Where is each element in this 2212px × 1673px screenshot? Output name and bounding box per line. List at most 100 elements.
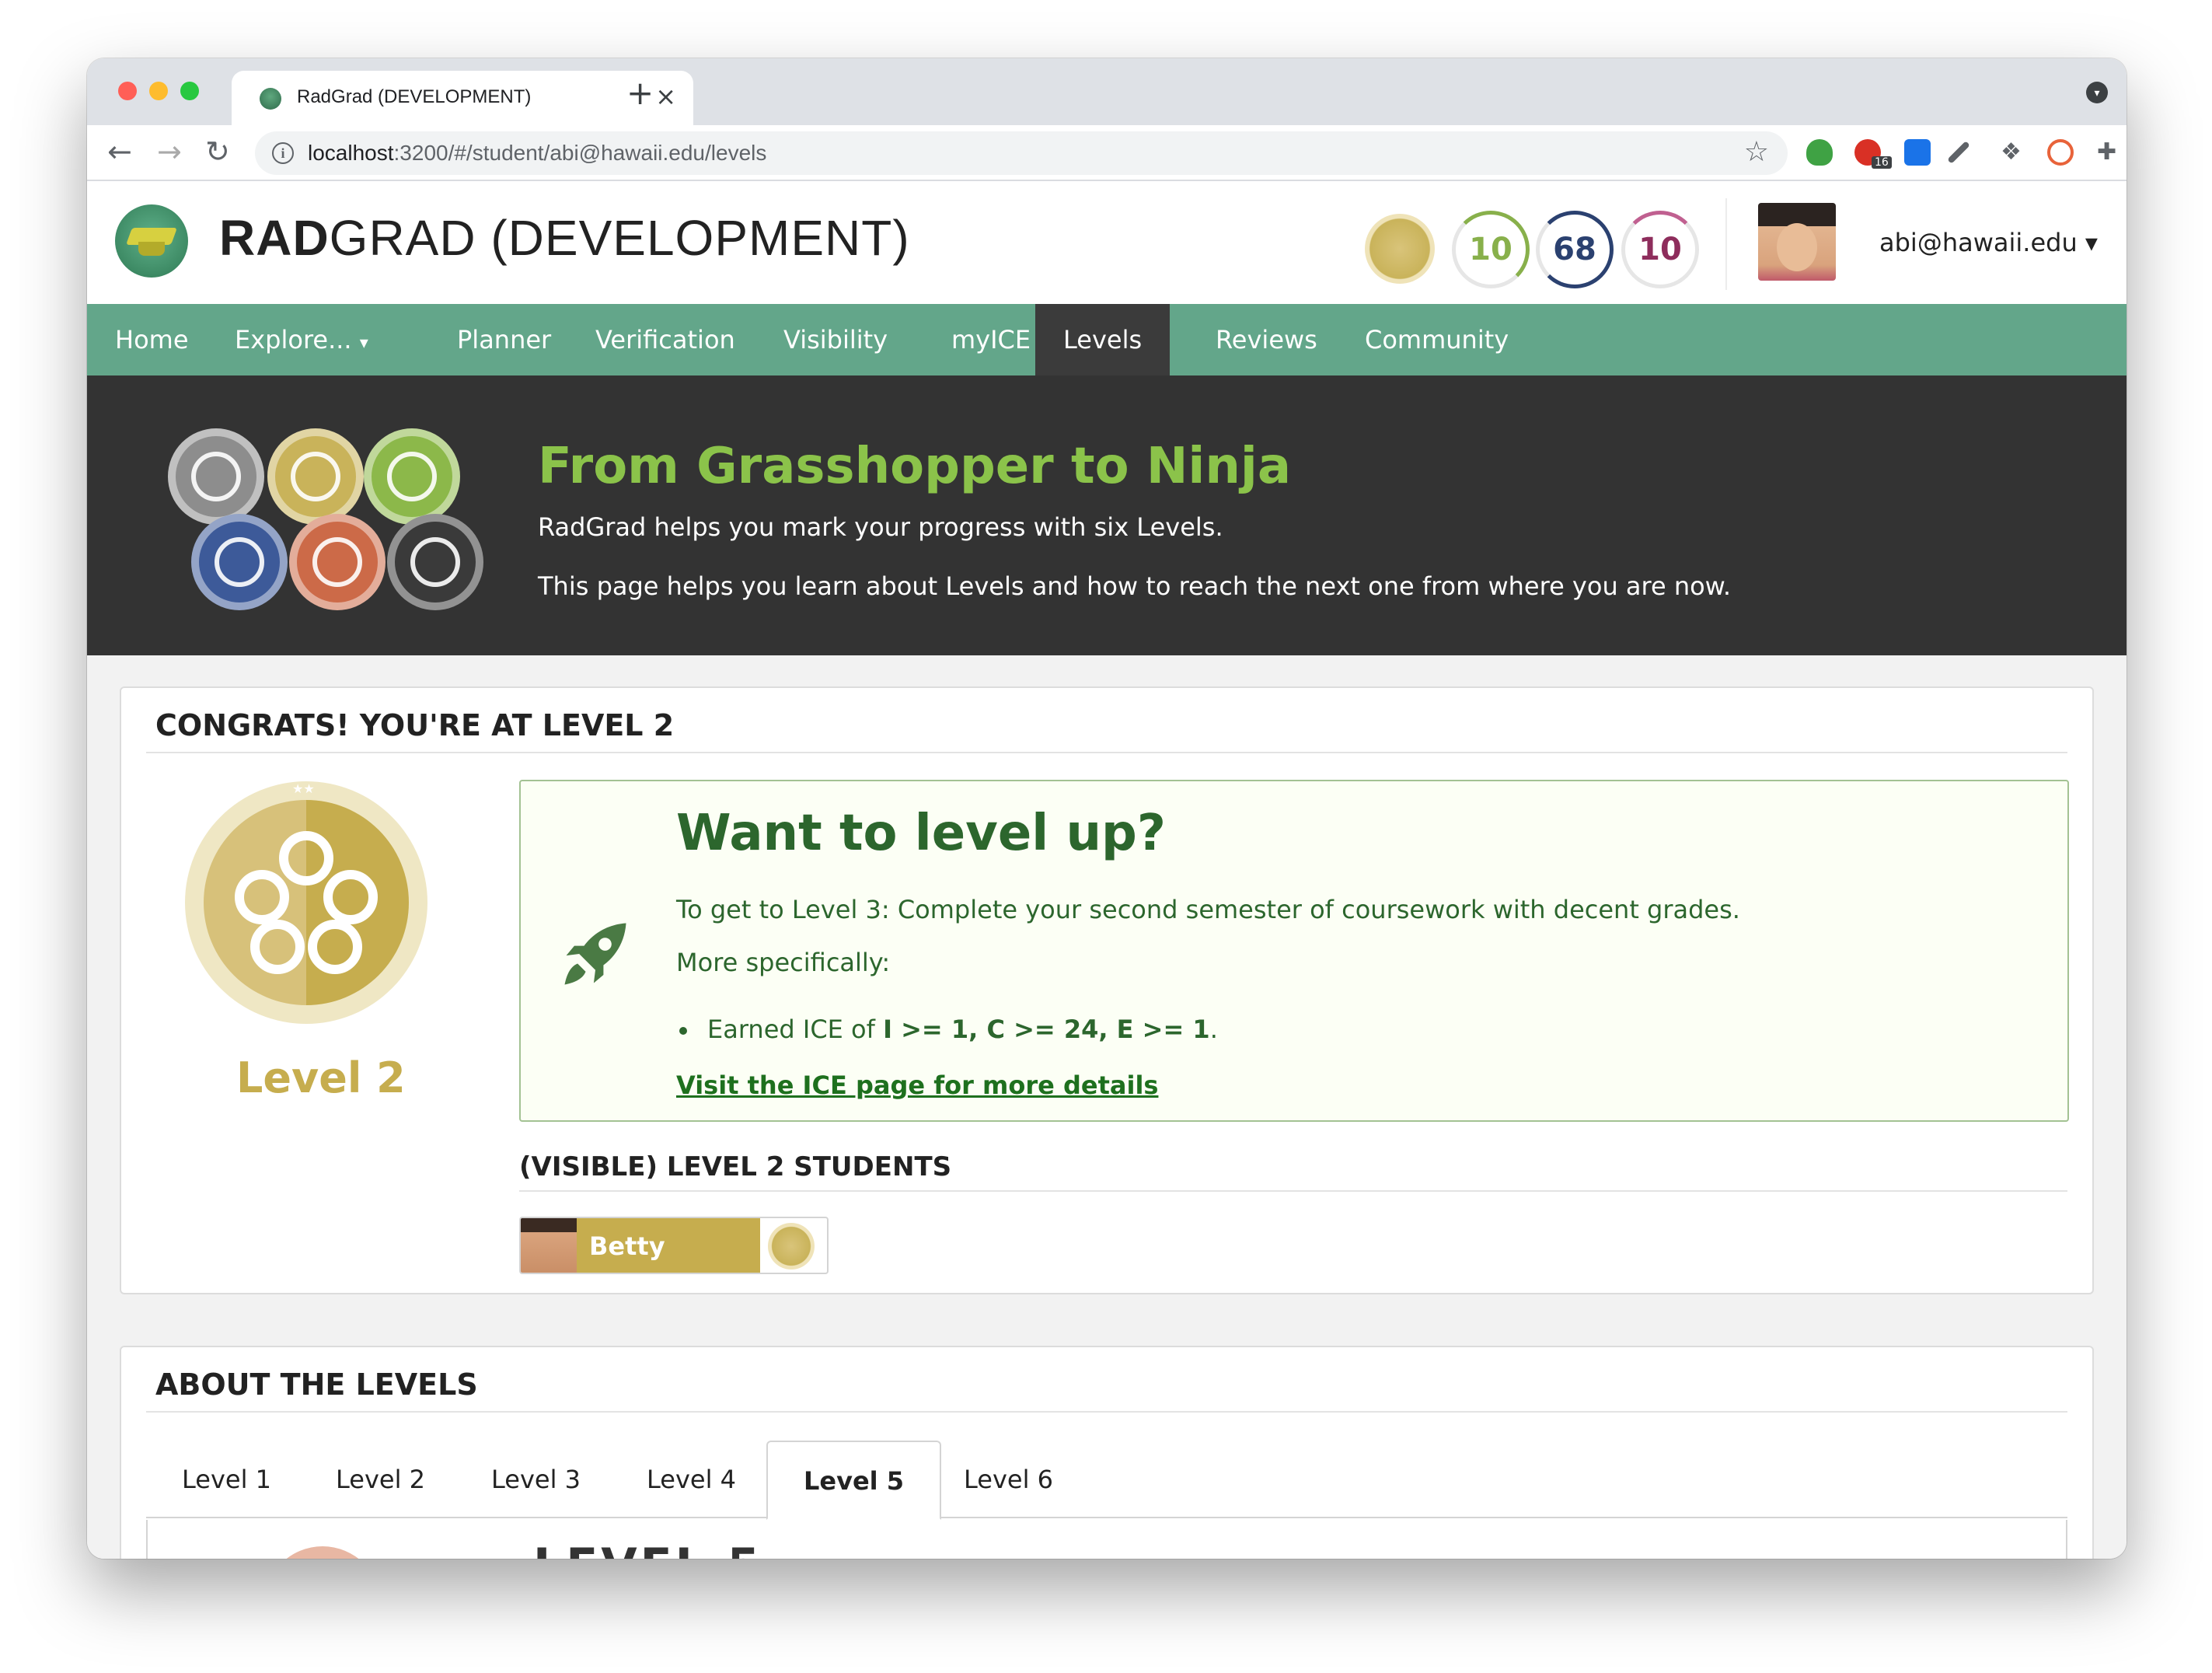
tab-level-1[interactable]: Level 1 xyxy=(146,1441,307,1518)
current-level-heading: CONGRATS! YOU'RE AT LEVEL 2 xyxy=(155,708,675,742)
chevron-down-icon: ▾ xyxy=(2085,228,2098,257)
badge-petal xyxy=(323,870,378,924)
student-name: Betty Keanu xyxy=(577,1218,760,1273)
experience-score[interactable]: 10 xyxy=(1621,211,1699,288)
nav-explore[interactable]: Explore... ▾ xyxy=(207,304,396,375)
level-up-description: To get to Level 3: Complete your second … xyxy=(676,895,1740,924)
nav-planner[interactable]: Planner xyxy=(429,304,579,375)
level-5-medal-icon xyxy=(289,514,386,610)
forward-arrow-icon[interactable]: → xyxy=(157,134,182,169)
evernote-extension-icon[interactable] xyxy=(1806,139,1833,166)
tab-search-chevron-icon[interactable]: ▾ xyxy=(2086,82,2108,103)
level-4-medal-icon xyxy=(191,514,288,610)
badge-petal xyxy=(308,920,362,974)
medal-center xyxy=(387,452,437,501)
browser-toolbar: ← → ↻ i localhost:3200/#/student/abi@haw… xyxy=(87,125,2127,181)
level-2-medal-icon xyxy=(267,428,364,525)
medal-center xyxy=(191,452,241,501)
divider xyxy=(146,752,2067,753)
level-tabs: Level 1 Level 2 Level 3 Level 4 Level 5 … xyxy=(146,1441,2067,1520)
level-2-badge-icon xyxy=(768,1223,815,1270)
badge-stars: ★★ xyxy=(292,781,315,796)
level-1-medal-icon xyxy=(168,428,264,525)
level-3-medal-icon xyxy=(364,428,460,525)
bookmark-star-icon[interactable]: ☆ xyxy=(1744,136,1769,168)
competency-score[interactable]: 68 xyxy=(1536,211,1614,288)
innovation-score[interactable]: 10 xyxy=(1452,211,1530,288)
address-bar-url[interactable]: localhost:3200/#/student/abi@hawaii.edu/… xyxy=(308,141,766,166)
tab-level-2[interactable]: Level 2 xyxy=(300,1441,461,1518)
maximize-window-button[interactable] xyxy=(180,82,199,100)
new-tab-button[interactable]: + xyxy=(626,74,654,112)
medal-center xyxy=(291,452,340,501)
radgrad-favicon-icon xyxy=(260,88,281,110)
app-header: RADGRAD (DEVELOPMENT) 10 68 10 abi@hawai… xyxy=(87,181,2127,304)
dropbox-icon[interactable]: ❖ xyxy=(2001,139,2027,166)
eyedropper-icon[interactable] xyxy=(1947,141,1970,164)
level-tab-panel: LEVEL 5 xyxy=(146,1520,2067,1559)
tab-level-6[interactable]: Level 6 xyxy=(928,1441,1089,1518)
page-body: CONGRATS! YOU'RE AT LEVEL 2 ★★ Level 2 W… xyxy=(87,655,2127,1559)
levels-banner: From Grasshopper to Ninja RadGrad helps … xyxy=(87,375,2127,655)
medal-center xyxy=(410,537,460,587)
nav-home[interactable]: Home xyxy=(87,304,217,375)
level-panel-title: LEVEL 5 xyxy=(533,1539,763,1559)
nav-verification[interactable]: Verification xyxy=(567,304,763,375)
visible-students-heading: (VISIBLE) LEVEL 2 STUDENTS xyxy=(519,1151,952,1182)
close-window-button[interactable] xyxy=(118,82,137,100)
level-2-badge-icon: ★★ xyxy=(185,781,427,1024)
tab-level-5[interactable]: Level 5 xyxy=(766,1441,942,1520)
medal-center xyxy=(215,537,264,587)
badge-petal xyxy=(279,831,333,885)
divider xyxy=(519,1190,2067,1192)
level-up-title: Want to level up? xyxy=(676,805,1166,862)
divider xyxy=(146,1411,2067,1413)
ice-page-link[interactable]: Visit the ICE page for more details xyxy=(676,1071,1158,1100)
site-info-icon[interactable]: i xyxy=(272,142,294,164)
banner-description-1: RadGrad helps you mark your progress wit… xyxy=(538,512,1223,542)
extension-icon[interactable] xyxy=(2047,139,2074,166)
main-nav: Home Explore... ▾ Planner Verification V… xyxy=(87,304,2127,375)
current-level-card: CONGRATS! YOU'RE AT LEVEL 2 ★★ Level 2 W… xyxy=(120,686,2094,1294)
nav-levels[interactable]: Levels xyxy=(1035,304,1171,375)
browser-tab-radgrad[interactable]: RadGrad (DEVELOPMENT) × xyxy=(232,71,693,125)
rocket-icon xyxy=(555,913,636,994)
badge-petal xyxy=(250,920,305,974)
user-menu[interactable]: abi@hawaii.edu ▾ xyxy=(1879,228,2098,257)
nav-reviews[interactable]: Reviews xyxy=(1188,304,1345,375)
skype-extension-icon[interactable] xyxy=(1904,139,1931,166)
tab-level-3[interactable]: Level 3 xyxy=(455,1441,616,1518)
tab-level-4[interactable]: Level 4 xyxy=(611,1441,772,1518)
logo-cap-base-shape xyxy=(138,242,165,256)
level-6-medal-icon xyxy=(387,514,483,610)
current-level-label: Level 2 xyxy=(236,1053,406,1102)
level-up-more-specifically: More specifically: xyxy=(676,948,891,977)
level-badge-icon[interactable] xyxy=(1365,214,1435,284)
minimize-window-button[interactable] xyxy=(149,82,168,100)
avatar[interactable] xyxy=(1758,203,1836,281)
level-up-criteria: Earned ICE of I >= 1, C >= 24, E >= 1. xyxy=(679,1015,1218,1044)
browser-window: RadGrad (DEVELOPMENT) × + ▾ ← → ↻ i loca… xyxy=(87,58,2127,1559)
back-arrow-icon[interactable]: ← xyxy=(107,134,132,169)
puzzle-icon[interactable]: ✚ xyxy=(2097,139,2123,166)
radgrad-logo-icon[interactable] xyxy=(115,204,188,278)
address-bar[interactable]: i localhost:3200/#/student/abi@hawaii.ed… xyxy=(255,131,1788,175)
banner-description-2: This page helps you learn about Levels a… xyxy=(538,571,1732,601)
about-levels-heading: ABOUT THE LEVELS xyxy=(155,1367,478,1402)
nav-visibility[interactable]: Visibility xyxy=(755,304,916,375)
avatar-face xyxy=(1777,223,1817,271)
badge-petal xyxy=(235,870,289,924)
nav-community[interactable]: Community xyxy=(1337,304,1537,375)
about-levels-card: ABOUT THE LEVELS Level 1 Level 2 Level 3… xyxy=(120,1346,2094,1559)
app-title[interactable]: RADGRAD (DEVELOPMENT) xyxy=(219,209,910,267)
tab-title: RadGrad (DEVELOPMENT) xyxy=(297,86,532,107)
medal-center xyxy=(312,537,362,587)
tab-strip: RadGrad (DEVELOPMENT) × + ▾ xyxy=(87,58,2127,125)
level-up-message: Want to level up? To get to Level 3: Com… xyxy=(519,780,2069,1122)
reload-icon[interactable]: ↻ xyxy=(205,134,230,169)
badge-core xyxy=(204,800,409,1005)
header-divider xyxy=(1725,198,1727,290)
avatar xyxy=(521,1218,577,1273)
student-chip[interactable]: Betty Keanu xyxy=(519,1217,829,1274)
close-icon[interactable]: × xyxy=(655,82,676,111)
